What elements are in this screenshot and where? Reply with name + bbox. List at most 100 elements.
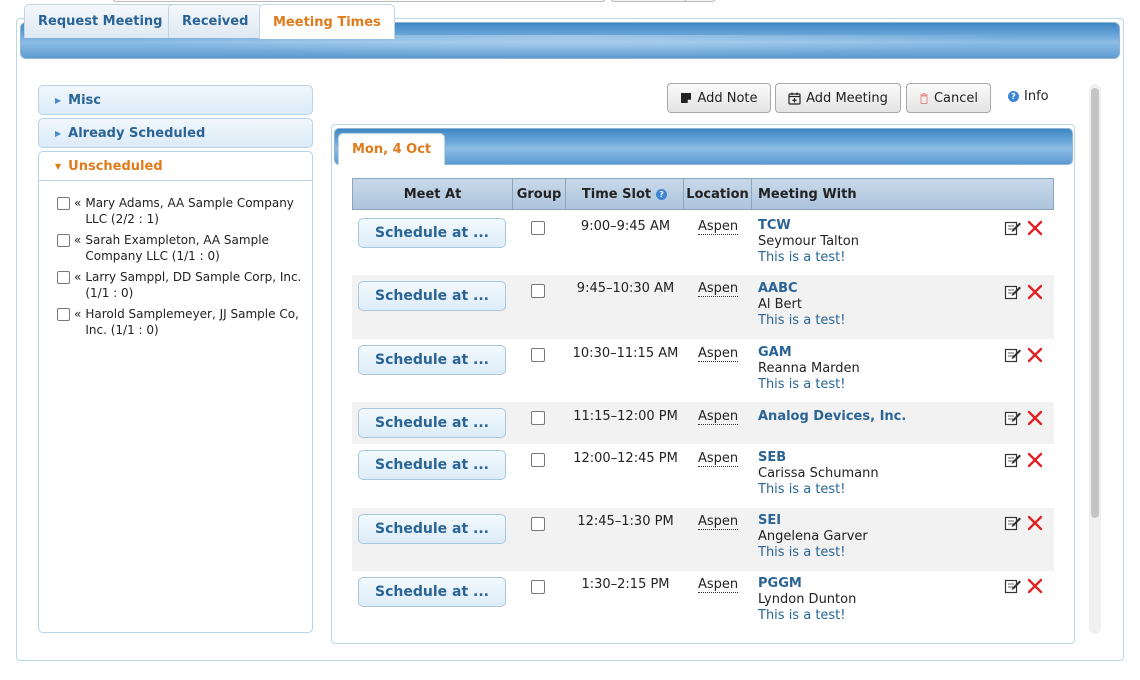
info-link[interactable]: ? Info: [1008, 89, 1049, 104]
time-slot: 12:00–12:45 PM: [573, 451, 678, 466]
column-header-meet-at: Meet At: [353, 179, 513, 209]
cancel-label: Cancel: [933, 90, 979, 106]
meeting-with: Analog Devices, Inc.: [758, 409, 906, 425]
delete-x-icon[interactable]: [1026, 514, 1044, 532]
edit-icon[interactable]: [1004, 452, 1021, 469]
delete-x-icon[interactable]: [1026, 577, 1044, 595]
meeting-with: TCW Seymour Talton This is a test!: [758, 218, 859, 266]
location: Aspen: [698, 281, 739, 297]
edit-icon[interactable]: [1004, 578, 1021, 595]
accordion-unscheduled[interactable]: ▼ Unscheduled: [38, 151, 313, 181]
group-checkbox[interactable]: [531, 284, 545, 298]
schedule-at-button[interactable]: Schedule at ...: [358, 218, 506, 248]
group-checkbox[interactable]: [531, 411, 545, 425]
edit-icon[interactable]: [1004, 220, 1021, 237]
unscheduled-text: Harold Samplemeyer, JJ Sample Co, Inc. (…: [85, 307, 299, 337]
unscheduled-panel: « Mary Adams, AA Sample Company LLC (2/2…: [38, 181, 313, 633]
meeting-note: This is a test!: [758, 313, 846, 328]
accordion-misc[interactable]: ▶ Misc: [38, 85, 313, 115]
add-note-button[interactable]: Add Note: [667, 83, 771, 113]
unscheduled-text: Larry Samppl, DD Sample Corp, Inc. (1/1 …: [85, 270, 302, 300]
triangle-right-icon: ▶: [55, 95, 62, 105]
calendar-plus-icon: [788, 92, 801, 105]
meeting-with: GAM Reanna Marden This is a test!: [758, 345, 860, 393]
add-meeting-button[interactable]: Add Meeting: [775, 83, 901, 113]
table-row: Schedule at ... 1:30–2:15 PM Aspen PGGM …: [352, 571, 1054, 633]
triangle-right-icon: ▶: [55, 128, 62, 138]
table-row: Schedule at ... 9:45–10:30 AM Aspen AABC…: [352, 275, 1054, 339]
schedule-at-button[interactable]: Schedule at ...: [358, 450, 506, 480]
schedule-at-button[interactable]: Schedule at ...: [358, 514, 506, 544]
organization-link[interactable]: PGGM: [758, 576, 856, 592]
group-checkbox[interactable]: [531, 348, 545, 362]
add-note-label: Add Note: [697, 90, 758, 106]
edit-icon[interactable]: [1004, 410, 1021, 427]
unscheduled-checkbox[interactable]: [57, 197, 70, 210]
organization-link[interactable]: SEB: [758, 450, 879, 466]
group-checkbox[interactable]: [531, 580, 545, 594]
delete-x-icon[interactable]: [1026, 409, 1044, 427]
time-slot: 12:45–1:30 PM: [577, 514, 674, 529]
edit-icon[interactable]: [1004, 347, 1021, 364]
unscheduled-prefix: «: [74, 307, 82, 321]
unscheduled-prefix: «: [74, 270, 82, 284]
unscheduled-prefix: «: [74, 196, 82, 210]
meeting-note: This is a test!: [758, 608, 846, 623]
question-circle-icon[interactable]: ?: [656, 188, 668, 200]
column-header-group: Group: [513, 179, 566, 209]
accordion-misc-label: Misc: [68, 92, 101, 108]
delete-x-icon[interactable]: [1026, 283, 1044, 301]
note-icon: [680, 92, 692, 104]
table-row: Schedule at ... 12:45–1:30 PM Aspen SEI …: [352, 508, 1054, 571]
unscheduled-checkbox[interactable]: [57, 271, 70, 284]
tab-meeting-times[interactable]: Meeting Times: [259, 4, 395, 39]
question-circle-icon: ?: [1008, 91, 1019, 102]
delete-x-icon[interactable]: [1026, 346, 1044, 364]
organization-link[interactable]: SEI: [758, 513, 868, 529]
meeting-with: SEB Carissa Schumann This is a test!: [758, 450, 879, 498]
meeting-with: SEI Angelena Garver This is a test!: [758, 513, 868, 561]
delete-x-icon[interactable]: [1026, 219, 1044, 237]
organization-link[interactable]: Analog Devices, Inc.: [758, 409, 906, 425]
schedule-at-button[interactable]: Schedule at ...: [358, 408, 506, 438]
meeting-note: This is a test!: [758, 250, 846, 265]
organization-link[interactable]: GAM: [758, 345, 860, 361]
group-checkbox[interactable]: [531, 453, 545, 467]
top-search-input[interactable]: [112, 0, 606, 2]
accordion-already-scheduled[interactable]: ▶ Already Scheduled: [38, 118, 313, 148]
time-slot: 10:30–11:15 AM: [572, 346, 679, 361]
triangle-down-icon: ▼: [55, 161, 62, 171]
time-slot: 1:30–2:15 PM: [581, 577, 670, 592]
schedule-at-button[interactable]: Schedule at ...: [358, 281, 506, 311]
top-split-button[interactable]: [610, 0, 716, 2]
table-row: Schedule at ... 12:00–12:45 PM Aspen SEB…: [352, 444, 1054, 508]
cancel-button[interactable]: Cancel: [906, 83, 991, 113]
accordion-unscheduled-label: Unscheduled: [68, 158, 163, 174]
group-checkbox[interactable]: [531, 517, 545, 531]
meeting-note: This is a test!: [758, 377, 846, 392]
meeting-with: PGGM Lyndon Dunton This is a test!: [758, 576, 856, 624]
edit-icon[interactable]: [1004, 284, 1021, 301]
scrollbar-thumb[interactable]: [1091, 88, 1099, 518]
unscheduled-checkbox[interactable]: [57, 308, 70, 321]
column-header-location: Location: [684, 179, 752, 209]
delete-x-icon[interactable]: [1026, 451, 1044, 469]
unscheduled-text: Mary Adams, AA Sample Company LLC (2/2 :…: [85, 196, 294, 226]
unscheduled-checkbox[interactable]: [57, 234, 70, 247]
organization-link[interactable]: TCW: [758, 218, 859, 234]
edit-icon[interactable]: [1004, 515, 1021, 532]
schedule-at-button[interactable]: Schedule at ...: [358, 577, 506, 607]
table-row: Schedule at ... 9:00–9:45 AM Aspen TCW S…: [352, 211, 1054, 275]
organization-link[interactable]: AABC: [758, 281, 846, 297]
location: Aspen: [698, 346, 739, 362]
column-header-meeting-with: Meeting With: [758, 186, 857, 202]
schedule-at-button[interactable]: Schedule at ...: [358, 345, 506, 375]
location: Aspen: [698, 451, 739, 467]
location: Aspen: [698, 219, 739, 235]
tab-received[interactable]: Received: [168, 4, 263, 38]
unscheduled-text: Sarah Exampleton, AA Sample Company LLC …: [85, 233, 269, 263]
tab-day[interactable]: Mon, 4 Oct: [338, 133, 446, 165]
column-header-time-slot: Time Slot ?: [566, 179, 684, 209]
group-checkbox[interactable]: [531, 221, 545, 235]
tab-request-meeting[interactable]: Request Meeting: [24, 4, 177, 38]
